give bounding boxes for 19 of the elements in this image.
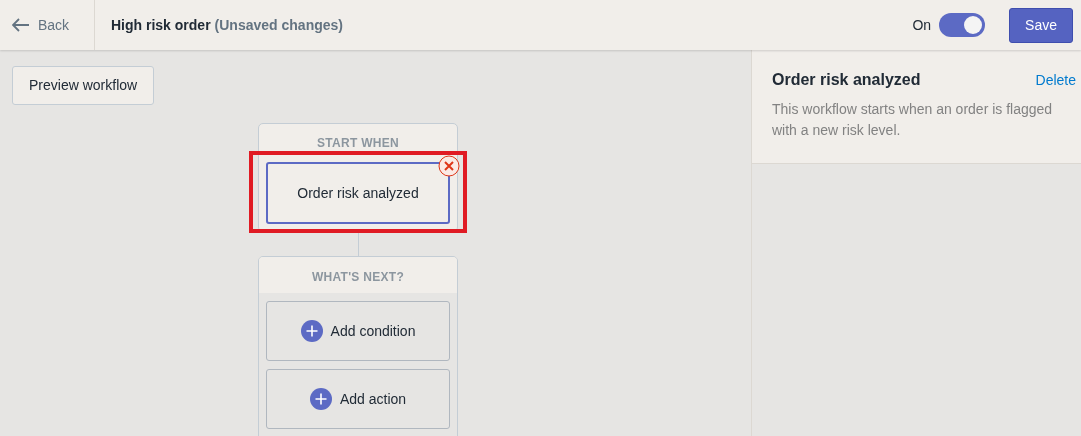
back-arrow-icon <box>12 18 30 32</box>
plus-icon <box>300 320 323 342</box>
section-heading: START WHEN <box>315 135 401 152</box>
section-heading: WHAT'S NEXT? <box>259 257 457 293</box>
save-button[interactable]: Save <box>1009 7 1073 43</box>
panel-title: Order risk analyzed <box>772 70 921 90</box>
trigger-node[interactable]: Order risk analyzed <box>266 162 450 224</box>
unsaved-status: (Unsaved changes) <box>214 15 343 35</box>
delete-link[interactable]: Delete <box>1035 69 1076 91</box>
toggle-switch[interactable] <box>939 13 986 37</box>
remove-icon[interactable] <box>438 155 460 177</box>
workflow-title: High risk order <box>111 15 211 35</box>
add-step-button[interactable]: Add condition <box>266 301 450 361</box>
plus-icon <box>309 388 332 410</box>
add-step-button[interactable]: Add action <box>266 369 450 429</box>
panel-description: This workflow starts when an order is flagged with a new risk level. <box>772 100 1054 140</box>
preview-workflow-button[interactable]: Preview workflow <box>12 66 155 105</box>
toggle-label: On <box>912 15 932 35</box>
back-link[interactable]: Back <box>0 0 95 50</box>
